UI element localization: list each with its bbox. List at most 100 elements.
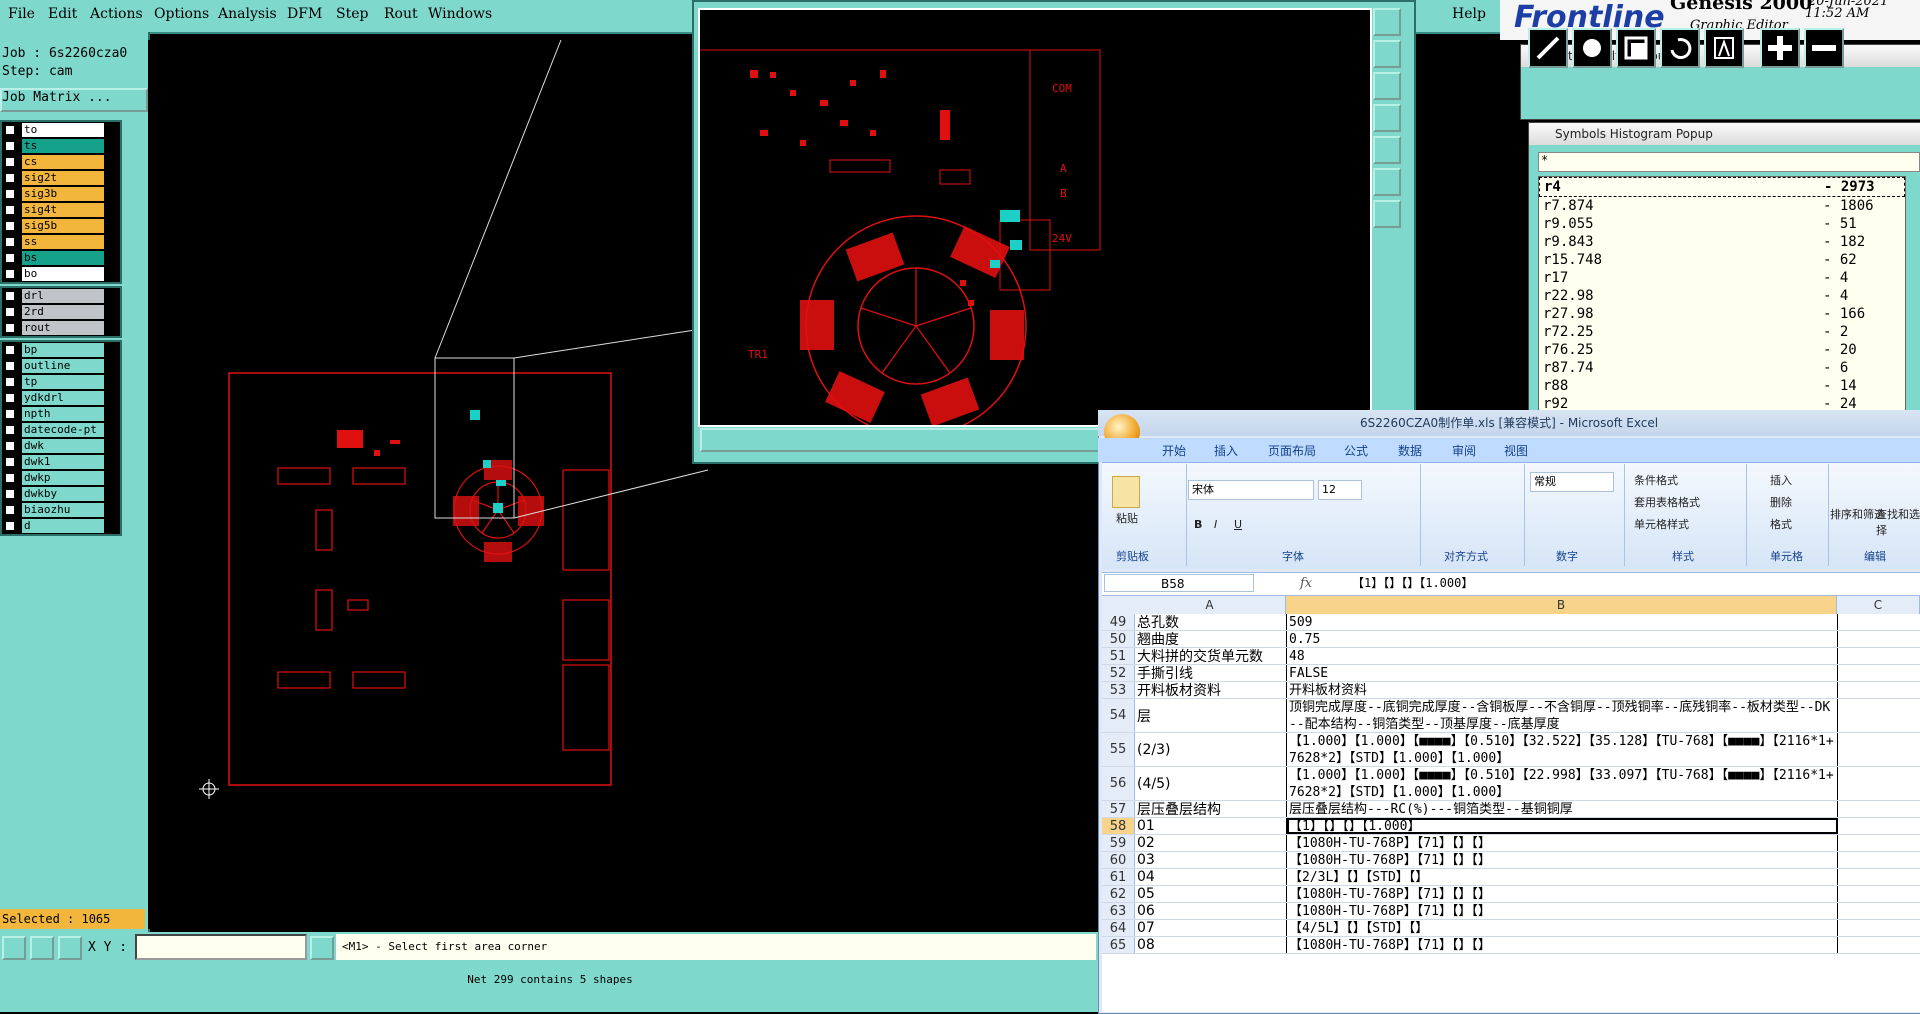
table-row[interactable]: 63 06 【1080H-TU-768P】【71】【】【】	[1102, 903, 1920, 920]
symbol-row[interactable]: r9.055 - 51	[1539, 215, 1905, 233]
cell-c[interactable]	[1838, 886, 1920, 902]
table-row[interactable]: 50 翘曲度 0.75	[1102, 631, 1920, 648]
table-row[interactable]: 65 08 【1080H-TU-768P】【71】【】【】	[1102, 937, 1920, 954]
cell-a[interactable]: 07	[1135, 920, 1287, 936]
cell-c[interactable]	[1838, 835, 1920, 851]
cell-a[interactable]: 总孔数	[1135, 614, 1287, 630]
cell-b[interactable]: 【2/3L】【】【STD】【】	[1287, 869, 1838, 885]
table-row[interactable]: 61 04 【2/3L】【】【STD】【】	[1102, 869, 1920, 886]
tab-page-layout[interactable]: 页面布局	[1268, 442, 1316, 459]
line-icon[interactable]	[1528, 28, 1568, 68]
minus-icon[interactable]	[1804, 28, 1844, 68]
row-number[interactable]: 65	[1102, 937, 1135, 953]
row-number[interactable]: 60	[1102, 852, 1135, 868]
layer-row-sig4t[interactable]: sig4t	[2, 202, 120, 218]
cell-c[interactable]	[1838, 869, 1920, 885]
table-row[interactable]: 52 手撕引线 FALSE	[1102, 665, 1920, 682]
menu-rout[interactable]: Rout	[384, 6, 418, 22]
cell-c[interactable]	[1838, 648, 1920, 664]
format-cells-button[interactable]: 格式	[1770, 516, 1792, 532]
tab-review[interactable]: 审阅	[1452, 442, 1476, 459]
symbol-row[interactable]: r7.874 - 1806	[1539, 197, 1905, 215]
layer-row-dwk[interactable]: dwk	[2, 438, 120, 454]
font-size-select[interactable]: 12	[1318, 480, 1362, 500]
table-row[interactable]: 55 (2/3) 【1.000】【1.000】【■■■■】【0.510】【32.52…	[1102, 733, 1920, 767]
table-row[interactable]: 64 07 【4/5L】【】【STD】【】	[1102, 920, 1920, 937]
text-icon[interactable]	[1704, 28, 1744, 68]
layer-checkbox[interactable]	[5, 361, 15, 371]
symbol-row[interactable]: r22.98 - 4	[1539, 287, 1905, 305]
menu-options[interactable]: Options	[154, 6, 209, 22]
layer-row-d[interactable]: d	[2, 518, 120, 534]
tab-view[interactable]: 视图	[1504, 442, 1528, 459]
layer-checkbox[interactable]	[5, 521, 15, 531]
row-number[interactable]: 55	[1102, 733, 1135, 766]
column-b-header[interactable]: B	[1286, 596, 1837, 614]
cell-c[interactable]	[1838, 818, 1920, 834]
cell-a[interactable]: 06	[1135, 903, 1287, 919]
layer-checkbox[interactable]	[5, 345, 15, 355]
cell-b[interactable]: 【1080H-TU-768P】【71】【】【】	[1287, 903, 1838, 919]
cell-c[interactable]	[1838, 767, 1920, 800]
arc-icon[interactable]	[1660, 28, 1700, 68]
cell-a[interactable]: 手撕引线	[1135, 665, 1287, 681]
conditional-format-button[interactable]: 条件格式	[1634, 472, 1678, 488]
layer-checkbox[interactable]	[5, 125, 15, 135]
menu-actions[interactable]: Actions	[90, 6, 143, 22]
tab-data[interactable]: 数据	[1398, 442, 1422, 459]
row-number[interactable]: 53	[1102, 682, 1135, 698]
cell-a[interactable]: 05	[1135, 886, 1287, 902]
symbol-row[interactable]: r15.748 - 62	[1539, 251, 1905, 269]
cell-b[interactable]: 48	[1287, 648, 1838, 664]
row-number[interactable]: 54	[1102, 699, 1135, 732]
table-row[interactable]: 57 层压叠层结构 层压叠层结构---RC(%)---铜箔类型--基铜铜厚	[1102, 801, 1920, 818]
cell-b[interactable]: 【1.000】【1.000】【■■■■】【0.510】【22.998】【33.0…	[1287, 767, 1838, 800]
layer-checkbox[interactable]	[5, 141, 15, 151]
insert-cells-button[interactable]: 插入	[1770, 472, 1792, 488]
cell-a[interactable]: 03	[1135, 852, 1287, 868]
layer-checkbox[interactable]	[5, 237, 15, 247]
cell-a[interactable]: 开料板材资料	[1135, 682, 1287, 698]
layer-list-scrollbar[interactable]	[118, 120, 146, 940]
layer-row-npth[interactable]: npth	[2, 406, 120, 422]
row-number[interactable]: 61	[1102, 869, 1135, 885]
menu-edit[interactable]: Edit	[48, 6, 77, 22]
cell-c[interactable]	[1838, 801, 1920, 817]
layer-checkbox[interactable]	[5, 393, 15, 403]
table-row[interactable]: 60 03 【1080H-TU-768P】【71】【】【】	[1102, 852, 1920, 869]
layer-checkbox[interactable]	[5, 323, 15, 333]
paste-icon[interactable]	[1112, 476, 1140, 508]
menu-help[interactable]: Help	[1452, 6, 1486, 22]
row-number[interactable]: 50	[1102, 631, 1135, 647]
layer-row-biaozhu[interactable]: biaozhu	[2, 502, 120, 518]
layer-checkbox[interactable]	[5, 473, 15, 483]
grid-icon[interactable]	[58, 936, 82, 960]
symbol-row[interactable]: r72.25 - 2	[1539, 323, 1905, 341]
table-row[interactable]: 49 总孔数 509	[1102, 614, 1920, 631]
cell-a[interactable]: 01	[1135, 818, 1287, 834]
surface-icon[interactable]	[1616, 28, 1656, 68]
tab-home[interactable]: 开始	[1162, 442, 1186, 459]
layer-row-bp[interactable]: bp	[2, 342, 120, 358]
column-a-header[interactable]: A	[1134, 596, 1286, 614]
layer-checkbox[interactable]	[5, 189, 15, 199]
table-row[interactable]: 58 01 【1】【】【】【1.000】	[1102, 818, 1920, 835]
symbol-list[interactable]: r4 - 2973 r7.874 - 1806 r9.055 - 51 r9.843 - 18…	[1538, 176, 1906, 414]
layer-row-dwkby[interactable]: dwkby	[2, 486, 120, 502]
row-number[interactable]: 49	[1102, 614, 1135, 630]
cell-b[interactable]: 【1080H-TU-768P】【71】【】【】	[1287, 937, 1838, 953]
row-number[interactable]: 52	[1102, 665, 1135, 681]
row-number[interactable]: 63	[1102, 903, 1135, 919]
row-number[interactable]: 58	[1102, 818, 1135, 834]
column-c-header[interactable]: C	[1837, 596, 1920, 614]
paste-label[interactable]: 粘贴	[1116, 510, 1138, 526]
layer-checkbox[interactable]	[5, 425, 15, 435]
layer-row-datecode-pt[interactable]: datecode-pt	[2, 422, 120, 438]
row-number[interactable]: 62	[1102, 886, 1135, 902]
cell-b[interactable]: FALSE	[1287, 665, 1838, 681]
layer-row-sig5b[interactable]: sig5b	[2, 218, 120, 234]
symbol-row[interactable]: r9.843 - 182	[1539, 233, 1905, 251]
table-row[interactable]: 54 层顶铜完成厚度--底铜完成厚度--含铜板厚--不含铜厚--顶残铜率--底残铜…	[1102, 699, 1920, 733]
cell-a[interactable]: 大料拼的交货单元数	[1135, 648, 1287, 664]
row-number[interactable]: 56	[1102, 767, 1135, 800]
